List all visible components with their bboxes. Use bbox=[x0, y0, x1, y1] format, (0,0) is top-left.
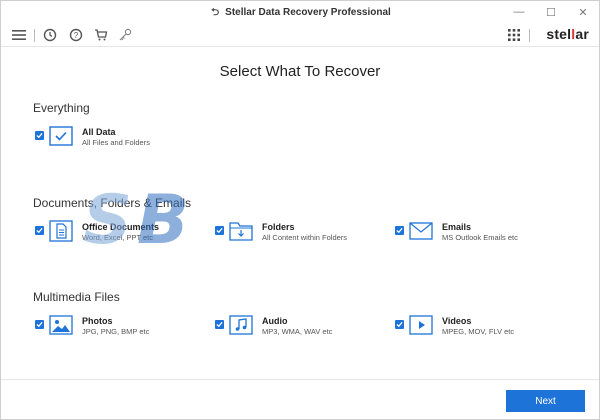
check-box-icon bbox=[49, 125, 73, 147]
svg-text:?: ? bbox=[74, 31, 79, 40]
option-subtext: All Content within Folders bbox=[262, 233, 348, 242]
image-icon bbox=[49, 314, 73, 336]
option-label: All Data bbox=[82, 127, 116, 137]
apps-grid-icon[interactable] bbox=[506, 26, 522, 44]
option-subtext: All Files and Folders bbox=[82, 138, 150, 147]
checkbox-videos[interactable] bbox=[395, 320, 404, 329]
toolbar-divider bbox=[529, 29, 530, 42]
option-subtext: MPEG, MOV, FLV etc bbox=[442, 327, 515, 336]
watermark-logo-icon: S B bbox=[83, 183, 189, 255]
option-text: Photos JPG, PNG, BMP etc bbox=[82, 316, 149, 337]
option-text: Folders All Content within Folders bbox=[262, 222, 347, 243]
option-label: Videos bbox=[442, 316, 472, 326]
minimize-button[interactable]: — bbox=[503, 1, 535, 23]
option-photos[interactable]: Photos JPG, PNG, BMP etc bbox=[35, 314, 205, 346]
menu-icon[interactable] bbox=[11, 26, 27, 44]
checkbox-office-documents[interactable] bbox=[35, 226, 44, 235]
footer-divider bbox=[1, 379, 599, 380]
section-title-everything: Everything bbox=[33, 101, 90, 115]
history-icon[interactable] bbox=[42, 26, 58, 44]
checkbox-audio[interactable] bbox=[215, 320, 224, 329]
option-text: All Data All Files and Folders bbox=[82, 127, 150, 148]
app-logo-icon: ⮌ bbox=[211, 7, 220, 18]
option-folders[interactable]: Folders All Content within Folders bbox=[215, 222, 385, 252]
option-subtext: JPG, PNG, BMP etc bbox=[82, 327, 150, 336]
folder-icon bbox=[229, 220, 253, 242]
option-audio[interactable]: Audio MP3, WMA, WAV etc bbox=[215, 314, 385, 346]
close-button[interactable]: ✕ bbox=[567, 1, 599, 23]
checkbox-emails[interactable] bbox=[395, 226, 404, 235]
cart-icon[interactable] bbox=[93, 26, 109, 44]
option-label: Photos bbox=[82, 316, 113, 326]
help-icon[interactable]: ? bbox=[68, 26, 84, 44]
maximize-button[interactable]: ☐ bbox=[535, 1, 567, 23]
svg-text:B: B bbox=[137, 183, 189, 255]
video-icon bbox=[409, 314, 433, 336]
option-subtext: MS Outlook Emails etc bbox=[442, 233, 518, 242]
option-text: Audio MP3, WMA, WAV etc bbox=[262, 316, 332, 337]
svg-text:S: S bbox=[83, 183, 132, 255]
toolbar-divider bbox=[34, 29, 35, 42]
option-all-data[interactable]: All Data All Files and Folders bbox=[35, 125, 215, 157]
brand-logo: stellar bbox=[546, 26, 589, 42]
option-label: Audio bbox=[262, 316, 288, 326]
toolbar: ? stellar bbox=[1, 23, 599, 47]
option-label: Folders bbox=[262, 222, 295, 232]
option-emails[interactable]: Emails MS Outlook Emails etc bbox=[395, 222, 565, 252]
title-bar: ⮌ Stellar Data Recovery Professional — ☐ … bbox=[1, 1, 599, 23]
document-icon bbox=[49, 220, 73, 242]
option-label: Emails bbox=[442, 222, 472, 232]
next-button[interactable]: Next bbox=[506, 390, 585, 412]
envelope-icon bbox=[409, 220, 433, 242]
option-subtext: MP3, WMA, WAV etc bbox=[262, 327, 333, 336]
checkbox-all-data[interactable] bbox=[35, 131, 44, 140]
page-title: Select What To Recover bbox=[219, 63, 381, 80]
app-window: ⮌ Stellar Data Recovery Professional — ☐ … bbox=[0, 0, 600, 420]
checkbox-photos[interactable] bbox=[35, 320, 44, 329]
window-title: Stellar Data Recovery Professional bbox=[225, 7, 391, 18]
option-text: Videos MPEG, MOV, FLV etc bbox=[442, 316, 514, 337]
option-videos[interactable]: Videos MPEG, MOV, FLV etc bbox=[395, 314, 565, 346]
window-controls: — ☐ ✕ bbox=[503, 1, 599, 23]
section-title-multimedia: Multimedia Files bbox=[33, 290, 120, 304]
checkbox-folders[interactable] bbox=[215, 226, 224, 235]
key-icon[interactable] bbox=[117, 26, 133, 44]
music-note-icon bbox=[229, 314, 253, 336]
option-text: Emails MS Outlook Emails etc bbox=[442, 222, 518, 243]
